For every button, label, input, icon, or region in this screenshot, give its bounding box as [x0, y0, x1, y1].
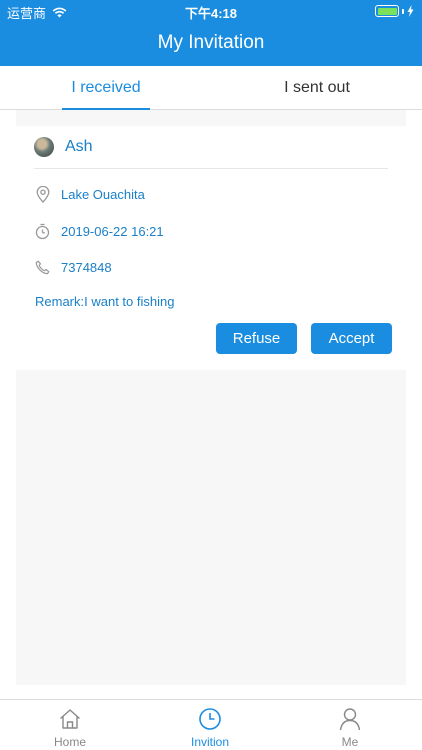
location-pin-icon: [34, 185, 51, 203]
tab-i-sent-out[interactable]: I sent out: [271, 66, 363, 110]
status-time: 下午4:18: [184, 6, 238, 21]
tab-i-received[interactable]: I received: [62, 66, 150, 110]
nav-title: My Invitation: [0, 22, 422, 66]
battery-icon: [375, 5, 399, 17]
tab-invition[interactable]: Invition: [170, 700, 250, 750]
refuse-button[interactable]: Refuse: [216, 323, 297, 354]
battery-indicator: [375, 5, 414, 17]
bottom-tab-bar: Home Invition Me: [0, 699, 422, 750]
accept-button[interactable]: Accept: [311, 323, 392, 354]
timer-icon: [34, 223, 51, 240]
battery-cap: [402, 8, 404, 14]
battery-fill: [377, 7, 397, 15]
phone-text: 7374848: [61, 259, 112, 275]
datetime-text: 2019-06-22 16:21: [61, 223, 164, 239]
tab-me[interactable]: Me: [310, 700, 390, 750]
clock-icon: [199, 708, 221, 730]
tab-invition-label: Invition: [190, 735, 230, 749]
user-name: Ash: [65, 138, 93, 155]
location-text: Lake Ouachita: [61, 186, 145, 202]
remark-text: Remark:I want to fishing: [35, 294, 175, 309]
charging-bolt-icon: [407, 5, 414, 17]
person-icon: [339, 708, 361, 731]
invitation-card: Ash Lake Ouachita 2019-06-22 16:21 73748…: [16, 126, 406, 370]
avatar[interactable]: [34, 137, 54, 157]
home-icon: [60, 709, 80, 729]
location-row: Lake Ouachita: [34, 183, 145, 205]
tab-me-label: Me: [341, 735, 359, 749]
status-bar: 运营商 下午4:18: [0, 0, 422, 22]
phone-icon: [34, 259, 51, 276]
phone-row: 7374848: [34, 256, 112, 278]
time-row: 2019-06-22 16:21: [34, 220, 164, 242]
tab-home-label: Home: [53, 735, 86, 749]
segment-tabs: I received I sent out: [0, 66, 422, 110]
invitation-user-row[interactable]: Ash: [34, 136, 388, 169]
tab-home[interactable]: Home: [30, 700, 110, 750]
